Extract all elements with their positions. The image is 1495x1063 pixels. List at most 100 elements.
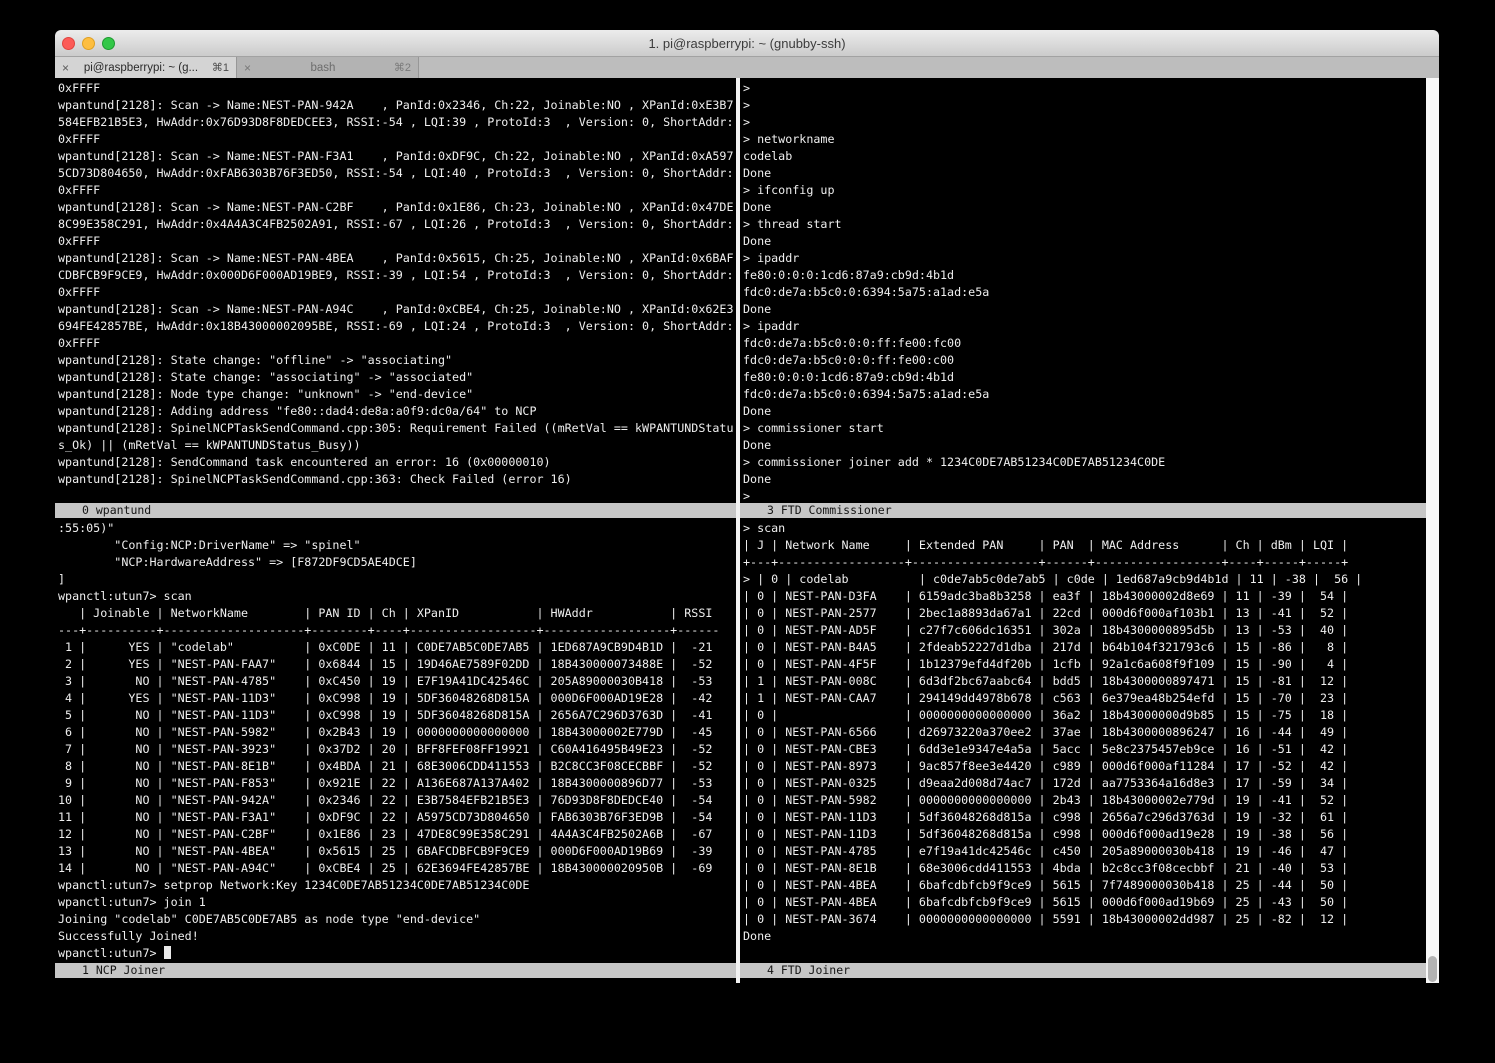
terminal-line: Done — [743, 301, 1426, 318]
terminal-line: | 0 | NEST-PAN-0325 | d9eaa2d008d74ac7 |… — [743, 775, 1426, 792]
terminal-line: 12 | NO | "NEST-PAN-C2BF" | 0x1E86 | 23 … — [58, 826, 736, 843]
terminal-line: 8 | NO | "NEST-PAN-8E1B" | 0x4BDA | 21 |… — [58, 758, 736, 775]
scrollbar-thumb[interactable] — [1428, 956, 1437, 982]
terminal-line: 0xFFFF — [58, 182, 736, 199]
terminal-line: 1 | YES | "codelab" | 0xC0DE | 11 | C0DE… — [58, 639, 736, 656]
terminal-line: "NCP:HardwareAddress" => [F872DF9CD5AE4D… — [58, 554, 736, 571]
terminal-line: codelab — [743, 148, 1426, 165]
tab-label: pi@raspberrypi: ~ (g... — [74, 62, 208, 74]
terminal-line: | 0 | NEST-PAN-11D3 | 5df36048268d815a |… — [743, 826, 1426, 843]
left-column: 0xFFFFwpantund[2128]: Scan -> Name:NEST-… — [55, 78, 736, 983]
terminal-line: wpanctl:utun7> scan — [58, 588, 736, 605]
terminal-window: 1. pi@raspberrypi: ~ (gnubby-ssh) × pi@r… — [55, 30, 1439, 983]
terminal-line: :55:05)" — [58, 520, 736, 537]
pane-ftd-joiner[interactable]: > scan| J | Network Name | Extended PAN … — [740, 518, 1426, 963]
terminal-line: wpantund[2128]: State change: "associati… — [58, 369, 736, 386]
terminal-line: fdc0:de7a:b5c0:0:0:ff:fe00:c00 — [743, 352, 1426, 369]
terminal-line: | 1 | NEST-PAN-008C | 6d3df2bc67aabc64 |… — [743, 673, 1426, 690]
close-tab-icon[interactable]: × — [244, 61, 251, 75]
scrollbar[interactable] — [1426, 78, 1439, 983]
terminal-line: ---+----------+--------------------+----… — [58, 622, 736, 639]
terminal-line: Joining "codelab" C0DE7AB5C0DE7AB5 as no… — [58, 911, 736, 928]
terminal-line: 5 | NO | "NEST-PAN-11D3" | 0xC998 | 19 |… — [58, 707, 736, 724]
terminal-line: > ipaddr — [743, 318, 1426, 335]
close-tab-icon[interactable]: × — [62, 61, 69, 75]
terminal-line: Done — [743, 471, 1426, 488]
terminal-line: 0xFFFF — [58, 80, 736, 97]
terminal-line: | 0 | | 0000000000000000 | 36a2 | 18b430… — [743, 707, 1426, 724]
pane-ftd-commissioner[interactable]: >>>> networknamecodelabDone> ifconfig up… — [740, 78, 1426, 503]
tab-shortcut: ⌘1 — [212, 61, 229, 74]
window-titlebar[interactable]: 1. pi@raspberrypi: ~ (gnubby-ssh) — [55, 30, 1439, 57]
terminal-line: 0xFFFF — [58, 335, 736, 352]
terminal-line: 14 | NO | "NEST-PAN-A94C" | 0xCBE4 | 25 … — [58, 860, 736, 877]
terminal-line: > ipaddr — [743, 250, 1426, 267]
terminal-line: > commissioner start — [743, 420, 1426, 437]
terminal-line: > — [743, 114, 1426, 131]
terminal-line: 0xFFFF — [58, 233, 736, 250]
terminal-line: 2 | YES | "NEST-PAN-FAA7" | 0x6844 | 15 … — [58, 656, 736, 673]
text-cursor — [164, 946, 171, 959]
terminal-line: > networkname — [743, 131, 1426, 148]
terminal-line: fdc0:de7a:b5c0:0:6394:5a75:a1ad:e5a — [743, 386, 1426, 403]
terminal-line: > ifconfig up — [743, 182, 1426, 199]
terminal-line: wpantund[2128]: Scan -> Name:NEST-PAN-A9… — [58, 301, 736, 318]
terminal-line: 9 | NO | "NEST-PAN-F853" | 0x921E | 22 |… — [58, 775, 736, 792]
pane-wpantund[interactable]: 0xFFFFwpantund[2128]: Scan -> Name:NEST-… — [55, 78, 736, 503]
terminal-line: > — [743, 80, 1426, 97]
terminal-line: 10 | NO | "NEST-PAN-942A" | 0x2346 | 22 … — [58, 792, 736, 809]
terminal-line: "Config:NCP:DriverName" => "spinel" — [58, 537, 736, 554]
terminal-line: 4 | YES | "NEST-PAN-11D3" | 0xC998 | 19 … — [58, 690, 736, 707]
terminal-line: | 0 | NEST-PAN-11D3 | 5df36048268d815a |… — [743, 809, 1426, 826]
terminal-line: 0xFFFF — [58, 131, 736, 148]
terminal-line: 7 | NO | "NEST-PAN-3923" | 0x37D2 | 20 |… — [58, 741, 736, 758]
terminal-line: wpanctl:utun7> join 1 — [58, 894, 736, 911]
terminal-area: 0xFFFFwpantund[2128]: Scan -> Name:NEST-… — [55, 78, 1439, 983]
terminal-line: | 0 | NEST-PAN-8973 | 9ac857f8ee3e4420 |… — [743, 758, 1426, 775]
terminal-line: wpantund[2128]: SpinelNCPTaskSendCommand… — [58, 420, 736, 437]
terminal-line: | 0 | NEST-PAN-4785 | e7f19a41dc42546c |… — [743, 843, 1426, 860]
terminal-line: Successfully Joined! — [58, 928, 736, 945]
terminal-line: | J | Network Name | Extended PAN | PAN … — [743, 537, 1426, 554]
terminal-line: Done — [743, 165, 1426, 182]
terminal-line: | 0 | NEST-PAN-3674 | 0000000000000000 |… — [743, 911, 1426, 928]
terminal-line: > thread start — [743, 216, 1426, 233]
terminal-line: +---+------------------+----------------… — [743, 554, 1426, 571]
terminal-line: CDBFCB9F9CE9, HwAddr:0x000D6F000AD19BE9,… — [58, 267, 736, 284]
terminal-line: > — [743, 97, 1426, 114]
pane-title-ftd-commissioner: 3 FTD Commissioner — [740, 503, 1426, 518]
tab-ssh-session[interactable]: × pi@raspberrypi: ~ (g... ⌘1 — [55, 57, 237, 78]
tab-bash[interactable]: × bash ⌘2 — [237, 57, 419, 78]
tab-bar-empty-space — [419, 57, 1439, 78]
terminal-line: | Joinable | NetworkName | PAN ID | Ch |… — [58, 605, 736, 622]
terminal-line: | 0 | NEST-PAN-2577 | 2bec1a8893da67a1 |… — [743, 605, 1426, 622]
terminal-line: 694FE42857BE, HwAddr:0x18B43000002095BE,… — [58, 318, 736, 335]
terminal-line: fe80:0:0:0:1cd6:87a9:cb9d:4b1d — [743, 267, 1426, 284]
pane-title-wpantund: 0 wpantund — [55, 503, 736, 518]
terminal-line: Done — [743, 199, 1426, 216]
pane-ncp-joiner-lines: :55:05)" "Config:NCP:DriverName" => "spi… — [58, 520, 736, 945]
terminal-line: Done — [743, 928, 1426, 945]
terminal-line: wpanctl:utun7> setprop Network:Key 1234C… — [58, 877, 736, 894]
terminal-line: > | 0 | codelab | c0de7ab5c0de7ab5 | c0d… — [743, 571, 1426, 588]
terminal-line: Done — [743, 437, 1426, 454]
prompt-line: wpanctl:utun7> — [58, 945, 736, 962]
tab-label: bash — [256, 62, 390, 74]
terminal-line: wpantund[2128]: Scan -> Name:NEST-PAN-C2… — [58, 199, 736, 216]
terminal-line: | 1 | NEST-PAN-CAA7 | 294149dd4978b678 |… — [743, 690, 1426, 707]
terminal-line: | 0 | NEST-PAN-4BEA | 6bafcdbfcb9f9ce9 |… — [743, 894, 1426, 911]
pane-ncp-joiner[interactable]: :55:05)" "Config:NCP:DriverName" => "spi… — [55, 518, 736, 963]
terminal-line: fe80:0:0:0:1cd6:87a9:cb9d:4b1d — [743, 369, 1426, 386]
terminal-line: 0xFFFF — [58, 284, 736, 301]
terminal-line: wpantund[2128]: Scan -> Name:NEST-PAN-F3… — [58, 148, 736, 165]
terminal-line: wpantund[2128]: SendCommand task encount… — [58, 454, 736, 471]
terminal-line: wpantund[2128]: State change: "offline" … — [58, 352, 736, 369]
terminal-line: fdc0:de7a:b5c0:0:0:ff:fe00:fc00 — [743, 335, 1426, 352]
terminal-line: Done — [743, 403, 1426, 420]
terminal-line: | 0 | NEST-PAN-CBE3 | 6dd3e1e9347e4a5a |… — [743, 741, 1426, 758]
terminal-line: wpantund[2128]: Scan -> Name:NEST-PAN-94… — [58, 97, 736, 114]
pane-title-ftd-joiner: 4 FTD Joiner — [740, 963, 1426, 978]
terminal-line: | 0 | NEST-PAN-B4A5 | 2fdeab52227d1dba |… — [743, 639, 1426, 656]
terminal-line: | 0 | NEST-PAN-AD5F | c27f7c606dc16351 |… — [743, 622, 1426, 639]
pane-title-ncp-joiner: 1 NCP Joiner — [55, 963, 736, 978]
